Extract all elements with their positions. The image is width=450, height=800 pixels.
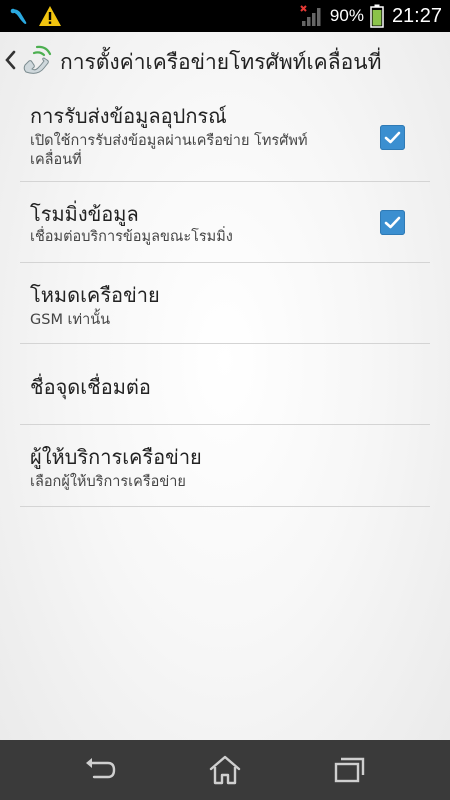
pref-data-roaming[interactable]: โรมมิ่งข้อมูล เชื่อมต่อบริการข้อมูลขณะโร… bbox=[20, 182, 430, 263]
preferences-list: การรับส่งข้อมูลอุปกรณ์ เปิดใช้การรับส่งข… bbox=[0, 92, 450, 507]
no-sim-signal-icon bbox=[300, 5, 321, 26]
battery-percent: 90% bbox=[329, 6, 364, 25]
pref-summary: เปิดใช้การรับส่งข้อมูลผ่านเครือข่าย โทรศ… bbox=[30, 133, 308, 168]
carrier-icon bbox=[10, 8, 27, 24]
pref-access-point-names[interactable]: ชื่อจุดเชื่อมต่อ bbox=[20, 344, 430, 425]
navigation-bar bbox=[0, 740, 450, 800]
warning-icon bbox=[39, 6, 61, 26]
pref-title: การรับส่งข้อมูลอุปกรณ์ bbox=[30, 104, 227, 128]
mobile-data-checkbox[interactable] bbox=[380, 125, 405, 150]
pref-title: โหมดเครือข่าย bbox=[30, 283, 160, 307]
pref-summary: เชื่อมต่อบริการข้อมูลขณะโรมมิ่ง bbox=[30, 229, 233, 245]
status-bar: 90% 21:27 bbox=[0, 0, 450, 32]
action-bar: การตั้งค่าเครือข่ายโทรศัพท์เคลื่อนที่ bbox=[0, 32, 450, 90]
clock: 21:27 bbox=[391, 4, 442, 27]
pref-network-mode[interactable]: โหมดเครือข่าย GSM เท่านั้น bbox=[20, 263, 430, 344]
status-bar-left bbox=[8, 4, 62, 28]
pref-summary: GSM เท่านั้น bbox=[30, 312, 111, 328]
status-bar-right: 90% 21:27 bbox=[300, 0, 442, 32]
pref-title: ชื่อจุดเชื่อมต่อ bbox=[30, 375, 151, 399]
pref-title: โรมมิ่งข้อมูล bbox=[30, 202, 139, 226]
page-title: การตั้งค่าเครือข่ายโทรศัพท์เคลื่อนที่ bbox=[60, 50, 382, 74]
home-icon[interactable] bbox=[205, 752, 245, 788]
pref-summary: เลือกผู้ให้บริการเครือข่าย bbox=[30, 474, 186, 490]
up-navigation-icon[interactable] bbox=[4, 46, 18, 74]
checkmark-icon bbox=[384, 131, 401, 144]
pref-title: ผู้ให้บริการเครือข่าย bbox=[30, 445, 202, 469]
battery-icon bbox=[370, 4, 384, 28]
pref-network-operators[interactable]: ผู้ให้บริการเครือข่าย เลือกผู้ให้บริการเ… bbox=[20, 425, 430, 507]
recents-icon[interactable] bbox=[330, 752, 370, 788]
pref-mobile-data[interactable]: การรับส่งข้อมูลอุปกรณ์ เปิดใช้การรับส่งข… bbox=[20, 92, 430, 182]
phone-settings-icon[interactable] bbox=[20, 44, 54, 78]
checkmark-icon bbox=[384, 216, 401, 229]
data-roaming-checkbox[interactable] bbox=[380, 210, 405, 235]
back-icon[interactable] bbox=[80, 752, 120, 788]
